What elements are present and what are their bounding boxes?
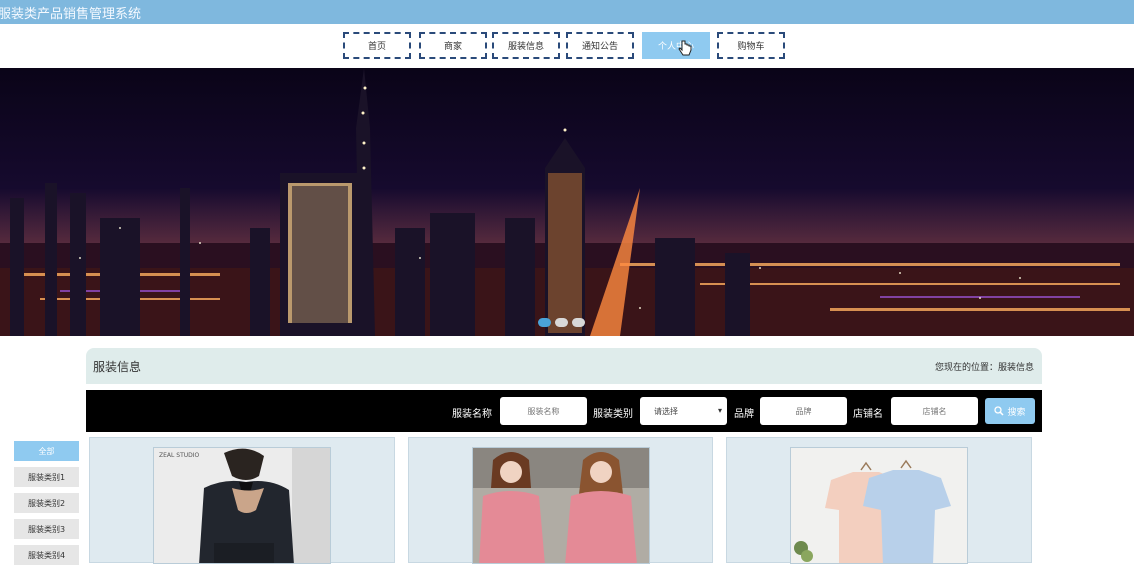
pink-tshirt-models-image — [472, 448, 649, 563]
category-item-2[interactable]: 服装类别2 — [14, 493, 79, 513]
title-bar: 服装类产品销售管理系统 — [0, 0, 1134, 24]
banner-carousel[interactable] — [0, 68, 1134, 336]
carousel-dot[interactable] — [538, 318, 551, 327]
search-button-label: 搜索 — [1007, 407, 1026, 418]
category-select-value: 请选择 — [654, 406, 678, 416]
carousel-dot[interactable] — [555, 318, 568, 327]
app-title: 服装类产品销售管理系统 — [0, 7, 142, 22]
search-bar: 服装名称 服装类别 请选择 ▾ 品牌 店铺名 搜索 — [86, 390, 1042, 432]
nav-home[interactable]: 首页 — [343, 32, 411, 59]
carousel-dot[interactable] — [572, 318, 585, 327]
nav-personal-center[interactable]: 个人中心 — [642, 32, 710, 59]
category-all[interactable]: 全部 — [14, 441, 79, 461]
product-image[interactable]: ZEAL STUDIO — [153, 447, 331, 564]
section-title: 服装信息 — [93, 360, 142, 374]
main-nav: 首页 商家 服装信息 通知公告 个人中心 购物车 — [0, 24, 1134, 68]
hand-cursor-icon — [678, 40, 692, 56]
chevron-down-icon: ▾ — [717, 406, 722, 415]
breadcrumb: 您现在的位置：服装信息 — [934, 363, 1034, 373]
search-icon — [994, 406, 1005, 416]
section-header: 服装信息 您现在的位置：服装信息 — [86, 348, 1042, 384]
carousel-dots — [538, 318, 585, 327]
city-night-image — [0, 68, 1134, 336]
product-image[interactable] — [790, 447, 968, 564]
name-input[interactable] — [500, 397, 587, 425]
product-card[interactable] — [726, 437, 1032, 564]
product-card[interactable] — [408, 437, 713, 564]
nav-notices[interactable]: 通知公告 — [566, 32, 634, 59]
category-label: 服装类别 — [593, 409, 633, 420]
category-item-4[interactable]: 服装类别4 — [14, 545, 79, 565]
name-label: 服装名称 — [452, 409, 492, 420]
nav-merchants[interactable]: 商家 — [419, 32, 487, 59]
nav-cart[interactable]: 购物车 — [717, 32, 785, 59]
image-brand-text: ZEAL STUDIO — [159, 452, 200, 459]
shop-label: 店铺名 — [853, 409, 883, 420]
brand-input[interactable] — [760, 397, 847, 425]
category-item-1[interactable]: 服装类别1 — [14, 467, 79, 487]
suit-man-image: ZEAL STUDIO — [154, 448, 330, 563]
category-select[interactable]: 请选择 ▾ — [640, 397, 727, 425]
shop-input[interactable] — [891, 397, 978, 425]
nav-clothing-info[interactable]: 服装信息 — [492, 32, 560, 59]
blouses-on-hangers-image — [791, 448, 967, 563]
product-image[interactable] — [471, 447, 650, 564]
product-card[interactable]: ZEAL STUDIO — [89, 437, 395, 564]
search-button[interactable]: 搜索 — [985, 398, 1035, 424]
brand-label: 品牌 — [734, 409, 754, 420]
category-item-3[interactable]: 服装类别3 — [14, 519, 79, 539]
